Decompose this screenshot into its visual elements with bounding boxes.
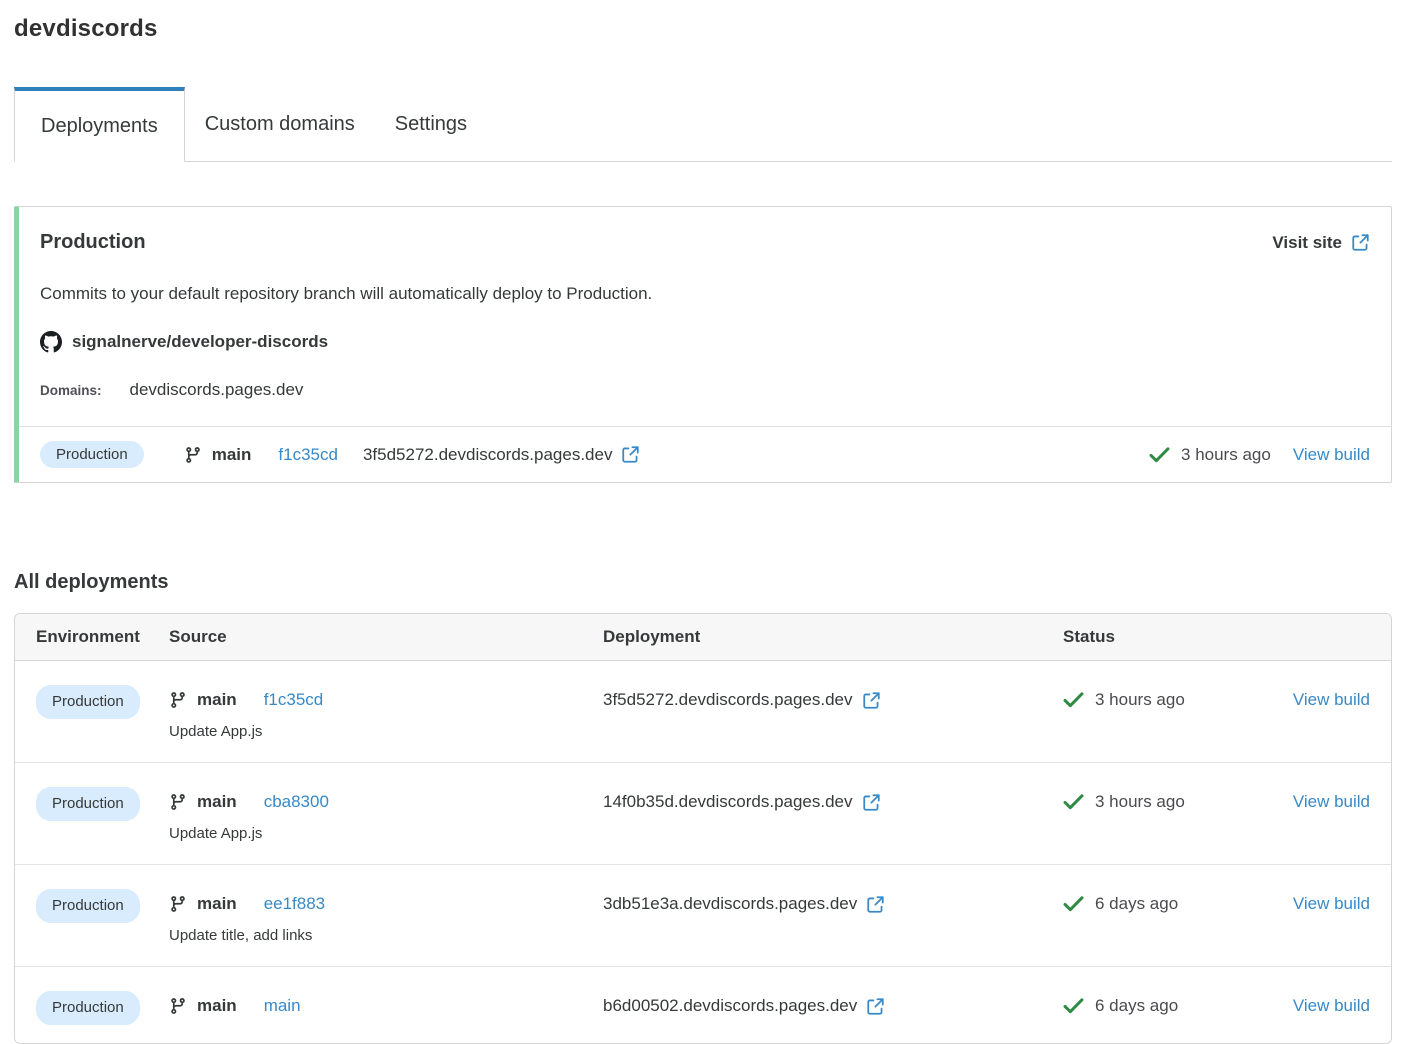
- domains-value: devdiscords.pages.dev: [129, 380, 304, 399]
- environment-badge: Production: [36, 889, 140, 923]
- commit-link[interactable]: main: [264, 994, 301, 1018]
- git-branch-icon: [169, 793, 187, 811]
- view-build-link[interactable]: View build: [1293, 445, 1370, 465]
- external-link-icon: [1351, 233, 1370, 252]
- check-icon: [1063, 692, 1084, 708]
- commit-message: Update App.js: [169, 825, 263, 842]
- deployment-row: Production main ee1f883 Update title, ad…: [15, 865, 1391, 967]
- commit-link[interactable]: f1c35cd: [278, 445, 338, 465]
- table-body: Production main f1c35cd Update App.js 3f…: [15, 661, 1391, 1043]
- environment-badge: Production: [36, 991, 140, 1025]
- status-time: 6 days ago: [1095, 894, 1179, 913]
- view-build-link[interactable]: View build: [1293, 894, 1370, 913]
- visit-site-label: Visit site: [1272, 232, 1342, 252]
- commit-link[interactable]: f1c35cd: [264, 688, 324, 712]
- environment-badge: Production: [36, 685, 140, 719]
- commit-link[interactable]: ee1f883: [264, 892, 325, 916]
- commit-message: Update App.js: [169, 723, 263, 740]
- page-title: devdiscords: [14, 15, 158, 42]
- deployment-row: Production main main b6d00502.devdiscord…: [15, 967, 1391, 1043]
- repository-row: signalnerve/developer-discords: [40, 331, 1370, 353]
- production-card-title: Production: [40, 231, 146, 253]
- external-link-icon[interactable]: [866, 997, 885, 1016]
- domains-row: Domains: devdiscords.pages.dev: [40, 380, 1370, 400]
- deployment-row: Production main cba8300 Update App.js 14…: [15, 763, 1391, 865]
- check-icon: [1149, 446, 1170, 463]
- view-build-link[interactable]: View build: [1293, 690, 1370, 709]
- tab-settings[interactable]: Settings: [375, 87, 487, 161]
- check-icon: [1063, 794, 1084, 810]
- visit-site-link[interactable]: Visit site: [1272, 233, 1370, 253]
- status-time: 3 hours ago: [1095, 690, 1185, 709]
- branch-name: main: [211, 444, 252, 464]
- external-link-icon[interactable]: [862, 793, 881, 812]
- check-icon: [1063, 896, 1084, 912]
- deployment-url: 3db51e3a.devdiscords.pages.dev: [603, 894, 858, 913]
- git-branch-icon: [184, 446, 202, 464]
- branch-name: main: [197, 690, 237, 709]
- column-deployment: Deployment: [603, 627, 701, 646]
- production-card: Production Visit site Commits to your de…: [14, 206, 1392, 483]
- deployment-url: 3f5d5272.devdiscords.pages.dev: [362, 444, 613, 464]
- branch-name: main: [197, 894, 237, 913]
- tab-deployments[interactable]: Deployments: [14, 87, 185, 162]
- external-link-icon[interactable]: [866, 895, 885, 914]
- deployment-row: Production main f1c35cd Update App.js 3f…: [15, 661, 1391, 763]
- deployments-table: Environment Source Deployment Status Pro…: [14, 613, 1392, 1044]
- environment-badge: Production: [36, 787, 140, 821]
- deployment-url: b6d00502.devdiscords.pages.dev: [603, 996, 858, 1015]
- status-time: 3 hours ago: [1181, 444, 1271, 464]
- branch-name: main: [197, 996, 237, 1015]
- view-build-link[interactable]: View build: [1293, 792, 1370, 811]
- tab-bar: Deployments Custom domains Settings: [14, 87, 1392, 162]
- status-time: 3 hours ago: [1095, 792, 1185, 811]
- commit-link[interactable]: cba8300: [264, 790, 329, 814]
- all-deployments-title: All deployments: [14, 571, 169, 593]
- view-build-link[interactable]: View build: [1293, 996, 1370, 1015]
- environment-badge: Production: [40, 441, 144, 468]
- commit-message: Update title, add links: [169, 927, 313, 944]
- repository-name: signalnerve/developer-discords: [72, 332, 329, 351]
- external-link-icon[interactable]: [862, 691, 881, 710]
- column-environment: Environment: [36, 627, 140, 646]
- latest-deployment-row: Production main f1c35cd 3f5d5272.devdisc…: [19, 426, 1391, 482]
- status-time: 6 days ago: [1095, 996, 1179, 1015]
- git-branch-icon: [169, 691, 187, 709]
- github-icon: [40, 331, 62, 353]
- pages-project-page: devdiscords Deployments Custom domains S…: [0, 0, 1413, 1044]
- tab-custom-domains[interactable]: Custom domains: [185, 87, 375, 161]
- git-branch-icon: [169, 895, 187, 913]
- git-branch-icon: [169, 997, 187, 1015]
- table-header: Environment Source Deployment Status: [15, 614, 1391, 661]
- production-description: Commits to your default repository branc…: [40, 284, 653, 303]
- external-link-icon[interactable]: [621, 445, 640, 464]
- column-source: Source: [169, 627, 227, 646]
- domains-label: Domains:: [40, 382, 102, 398]
- check-icon: [1063, 998, 1084, 1014]
- column-status: Status: [1063, 627, 1115, 646]
- deployment-url: 14f0b35d.devdiscords.pages.dev: [603, 792, 853, 811]
- branch-name: main: [197, 792, 237, 811]
- deployment-url: 3f5d5272.devdiscords.pages.dev: [603, 690, 853, 709]
